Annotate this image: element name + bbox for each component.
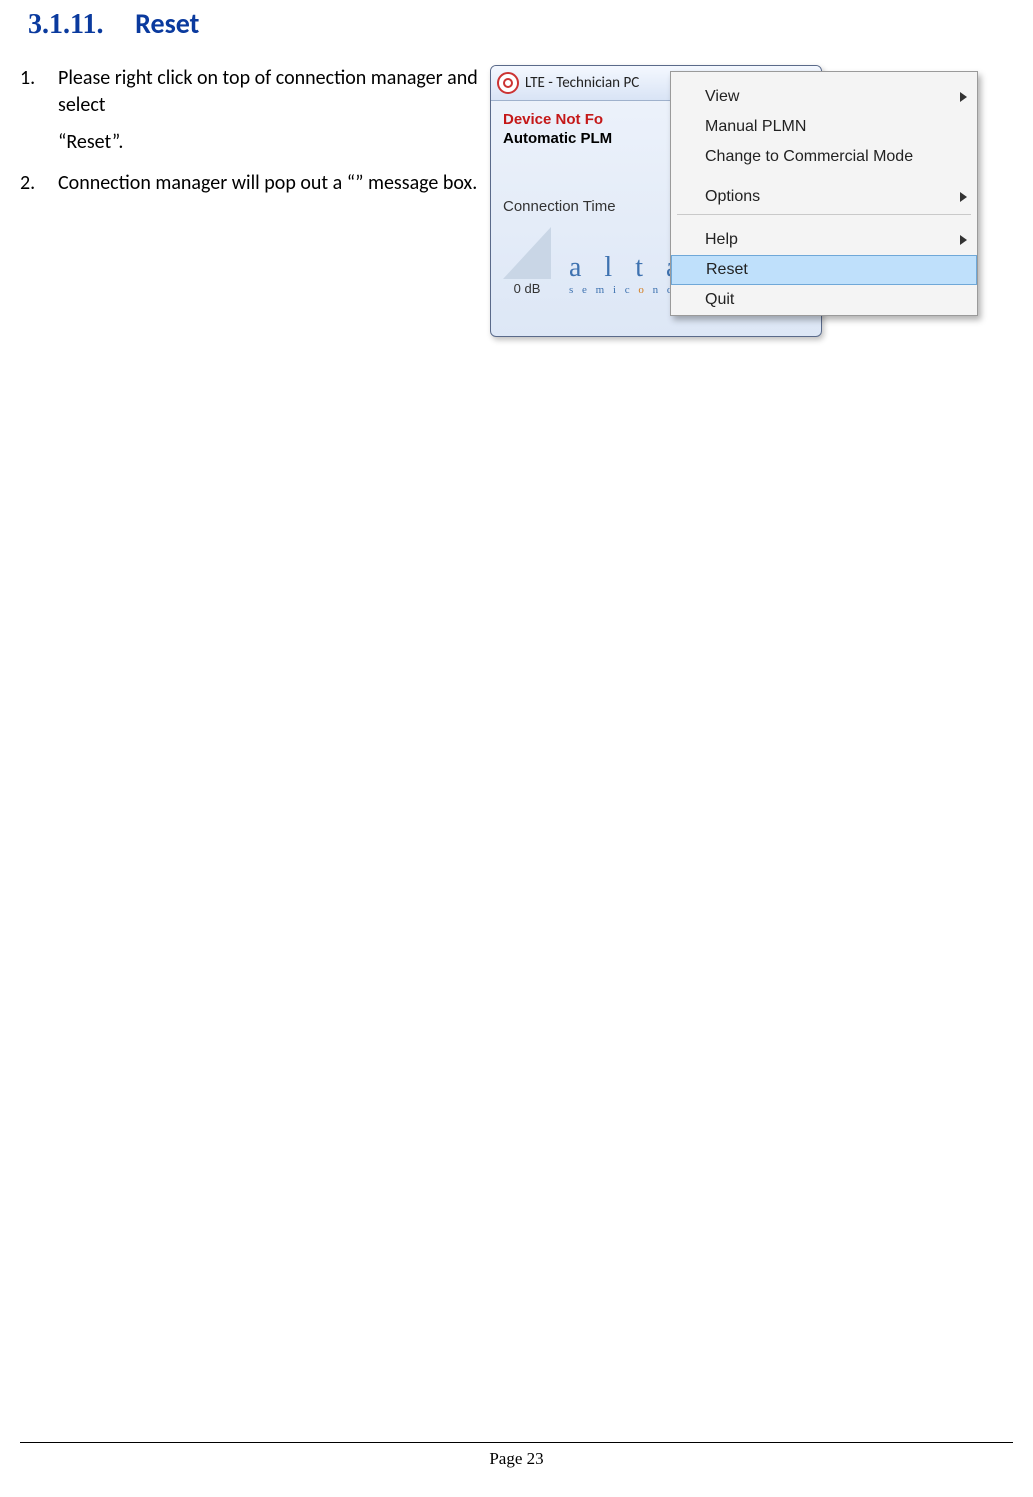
menu-label: Change to Commercial Mode [705,148,913,166]
list-item: 2. Connection manager will pop out a “” … [20,170,480,197]
menu-item-options[interactable]: Options [671,182,977,212]
context-menu: View Manual PLMN Change to Commercial Mo… [670,71,978,316]
window-title: LTE - Technician PC [525,74,639,92]
brand-tag-o: o [638,284,647,296]
section-number: 3.1.11. [28,9,103,40]
menu-label: Options [705,188,760,206]
menu-label: Reset [706,261,748,279]
section-title: Reset [135,6,199,41]
screenshot-figure: LTE - Technician PC – □ ✕ Device Not Fo … [490,65,985,335]
brand-tag-pre: s e m i c [569,284,638,296]
step-subtext: “Reset”. [58,129,480,156]
figure-column: LTE - Technician PC – □ ✕ Device Not Fo … [490,65,985,335]
signal-triangle-icon [503,227,551,279]
step-body: Please right click on top of connection … [58,65,480,156]
menu-label: Help [705,231,738,249]
signal-value: 0 dB [514,281,541,296]
step-text: Connection manager will pop out a “” mes… [58,171,477,195]
menu-label: Quit [705,291,734,309]
document-page: { "heading": {"number": "3.1.11.", "titl… [0,6,1033,1497]
app-icon [497,72,519,94]
step-number: 2. [20,170,58,197]
step-text: Please right click on top of connection … [58,66,478,117]
menu-separator [677,214,971,215]
menu-item-manual-plmn[interactable]: Manual PLMN [671,112,977,142]
text-column: 1. Please right click on top of connecti… [20,65,490,211]
section-heading: 3.1.11. Reset [28,6,1013,41]
list-item: 1. Please right click on top of connecti… [20,65,480,156]
menu-label: View [705,88,739,106]
signal-indicator: 0 dB [503,227,551,296]
step-list: 1. Please right click on top of connecti… [20,65,480,197]
menu-item-quit[interactable]: Quit [671,285,977,315]
step-body: Connection manager will pop out a “” mes… [58,170,480,197]
content-row: 1. Please right click on top of connecti… [20,65,1013,335]
menu-item-view[interactable]: View [671,82,977,112]
step-number: 1. [20,65,58,156]
menu-item-reset[interactable]: Reset [671,255,977,285]
page-footer: Page 23 [20,1442,1013,1469]
menu-item-help[interactable]: Help [671,225,977,255]
menu-label: Manual PLMN [705,118,806,136]
menu-item-change-mode[interactable]: Change to Commercial Mode [671,142,977,172]
